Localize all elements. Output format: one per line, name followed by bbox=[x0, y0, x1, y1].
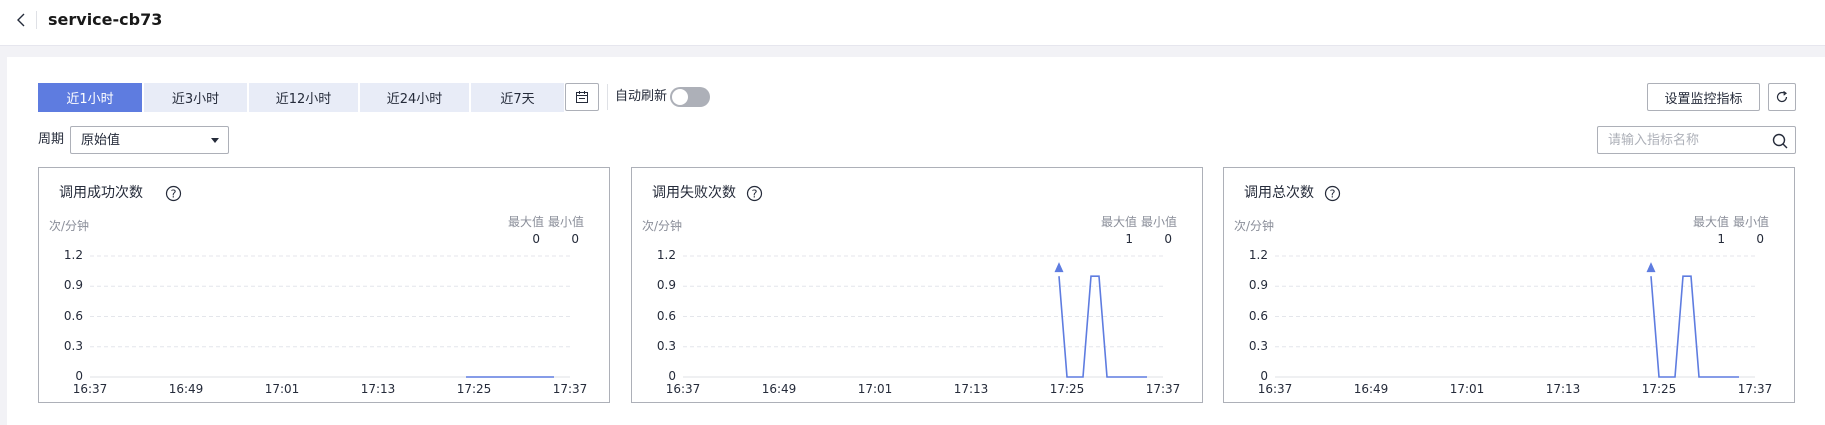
back-button[interactable] bbox=[11, 9, 31, 31]
series-line bbox=[1650, 275, 1739, 378]
search-input[interactable] bbox=[1598, 127, 1768, 153]
tab-1-hour[interactable]: 近1小时 bbox=[38, 83, 142, 112]
chevron-down-icon bbox=[211, 138, 219, 143]
line-chart bbox=[90, 255, 570, 378]
chart-card-total-calls: 调用总次数? 次/分钟 最大值 最小值 1 0 1.2 0.9 0.6 0.3 0 16:37 16:4… bbox=[1223, 167, 1795, 403]
max-marker bbox=[1646, 262, 1656, 273]
set-metrics-button[interactable]: 设置监控指标 bbox=[1647, 83, 1760, 111]
refresh-icon bbox=[1776, 91, 1788, 103]
tab-7-days[interactable]: 近7天 bbox=[471, 83, 564, 112]
tab-12-hours[interactable]: 近12小时 bbox=[249, 83, 358, 112]
refresh-button[interactable] bbox=[1768, 83, 1796, 111]
tab-3-hours[interactable]: 近3小时 bbox=[144, 83, 247, 112]
period-value: 原始值 bbox=[81, 133, 121, 148]
line-chart bbox=[683, 255, 1163, 378]
top-bar: service-cb73 bbox=[0, 0, 1825, 46]
period-label: 周期 bbox=[38, 132, 65, 147]
auto-refresh-label: 自动刷新 bbox=[615, 89, 668, 104]
title-divider bbox=[36, 11, 37, 29]
auto-refresh-toggle[interactable] bbox=[670, 87, 710, 107]
toolbar-divider bbox=[607, 84, 608, 110]
calendar-icon bbox=[576, 91, 588, 103]
tab-24-hours[interactable]: 近24小时 bbox=[360, 83, 469, 112]
metric-search bbox=[1597, 126, 1796, 154]
chevron-left-icon bbox=[17, 13, 25, 27]
time-range-tabs: 近1小时 近3小时 近12小时 近24小时 近7天 bbox=[38, 83, 566, 112]
page-title: service-cb73 bbox=[48, 10, 163, 29]
date-picker-button[interactable] bbox=[565, 83, 599, 111]
toggle-knob bbox=[672, 89, 688, 105]
period-select[interactable]: 原始值 bbox=[70, 126, 229, 154]
chart-card-failed-calls: 调用失败次数? 次/分钟 最大值 最小值 1 0 1.2 0.9 0.6 0.3 0 16:37 16:… bbox=[631, 167, 1203, 403]
line-chart bbox=[1275, 255, 1755, 378]
search-icon[interactable] bbox=[1771, 132, 1789, 150]
series-line bbox=[1058, 275, 1147, 378]
max-marker bbox=[1054, 262, 1064, 273]
chart-card-success-calls: 调用成功次数? 次/分钟 最大值 最小值 0 0 1.2 0.9 0.6 0.3 0 16:37 16:… bbox=[38, 167, 610, 403]
